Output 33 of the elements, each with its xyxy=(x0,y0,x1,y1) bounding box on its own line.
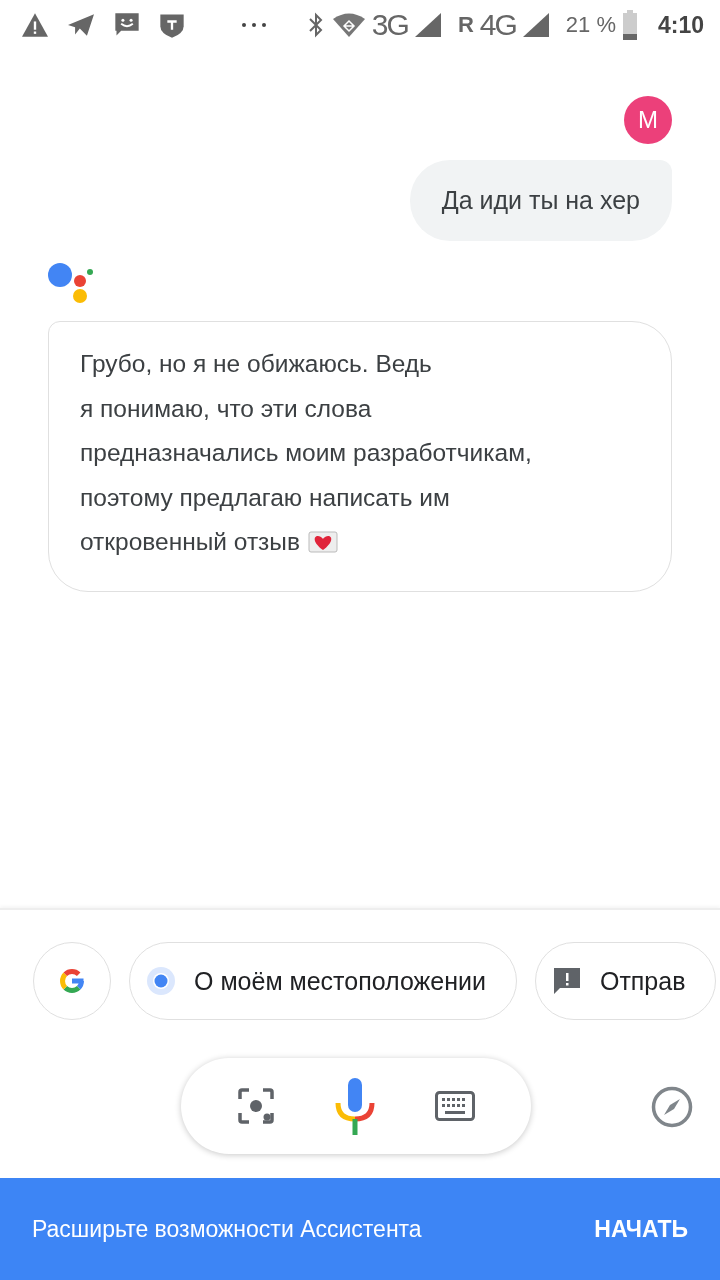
location-dot-icon xyxy=(146,966,176,996)
start-button[interactable]: НАЧАТЬ xyxy=(594,1207,688,1251)
google-g-icon xyxy=(57,966,87,996)
wifi-icon xyxy=(331,12,366,38)
assistant-logo xyxy=(48,261,94,303)
suggestion-chip[interactable]: Отправ xyxy=(534,942,717,1020)
warning-icon xyxy=(20,12,50,38)
message-line: я понимаю, что эти слова xyxy=(80,394,372,423)
message-line: предназначались моим разработчикам, xyxy=(80,439,532,468)
network-type: 3G xyxy=(371,8,408,42)
network-type: 4G xyxy=(479,8,516,42)
compass-icon[interactable] xyxy=(651,1086,693,1128)
microphone-icon[interactable] xyxy=(334,1077,376,1135)
smiley-message-icon xyxy=(112,11,142,39)
signal-icon xyxy=(413,12,442,38)
message-line: Грубо, но я не обижаюсь. Ведь xyxy=(80,350,432,379)
banner-text: Расширьте возможности Ассистента xyxy=(32,1215,422,1243)
paper-plane-icon xyxy=(66,12,96,38)
roaming-indicator: R xyxy=(457,12,474,38)
more-icon xyxy=(240,21,268,29)
user-message: Да иди ты на хер xyxy=(409,160,672,241)
lens-icon[interactable] xyxy=(236,1087,275,1125)
feedback-icon xyxy=(551,966,582,996)
love-letter-icon xyxy=(308,531,338,554)
clock: 4:10 xyxy=(657,11,704,39)
user-avatar: M xyxy=(624,96,672,144)
suggestion-chip[interactable]: О моём местоположении xyxy=(129,942,517,1020)
battery-icon xyxy=(621,10,638,40)
message-line: поэтому предлагаю написать им xyxy=(80,483,450,512)
keyboard-icon[interactable] xyxy=(435,1091,476,1121)
message-line: откровенный отзыв xyxy=(80,528,300,557)
battery-percent: 21 % xyxy=(565,12,616,38)
signal-icon xyxy=(521,12,550,38)
